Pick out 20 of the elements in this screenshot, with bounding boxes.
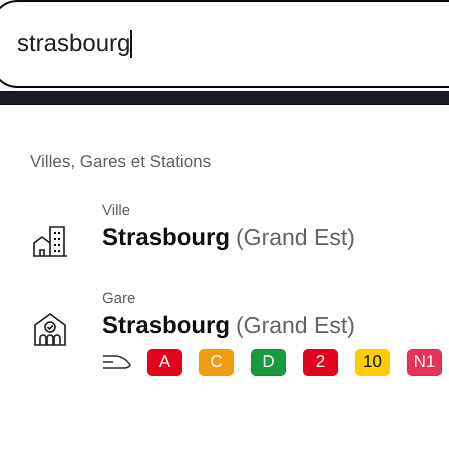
station-icon — [32, 310, 68, 346]
section-title: Villes, Gares et Stations — [30, 151, 212, 173]
result-name: Strasbourg — [102, 222, 230, 252]
result-item[interactable]: Gare Strasbourg (Grand Est) A C D 2 10 N1 — [0, 288, 449, 376]
result-type: Ville — [102, 200, 132, 220]
search-field[interactable]: strasbourg — [0, 0, 449, 88]
train-icon — [102, 353, 132, 371]
line-badge: 10 — [355, 348, 390, 376]
line-badge: 2 — [303, 348, 338, 376]
result-type: Gare — [102, 288, 136, 308]
result-item[interactable]: Ville Strasbourg (Grand Est) — [0, 200, 449, 256]
result-region: (Grand Est) — [236, 222, 355, 252]
line-badge: C — [199, 348, 234, 376]
search-text: strasbourg — [17, 32, 130, 56]
result-name: Strasbourg — [102, 310, 230, 340]
line-badge: D — [251, 348, 286, 376]
line-badge: A — [147, 348, 182, 376]
line-badge: N1 — [407, 348, 442, 376]
result-region: (Grand Est) — [236, 310, 355, 340]
text-cursor — [130, 30, 132, 58]
